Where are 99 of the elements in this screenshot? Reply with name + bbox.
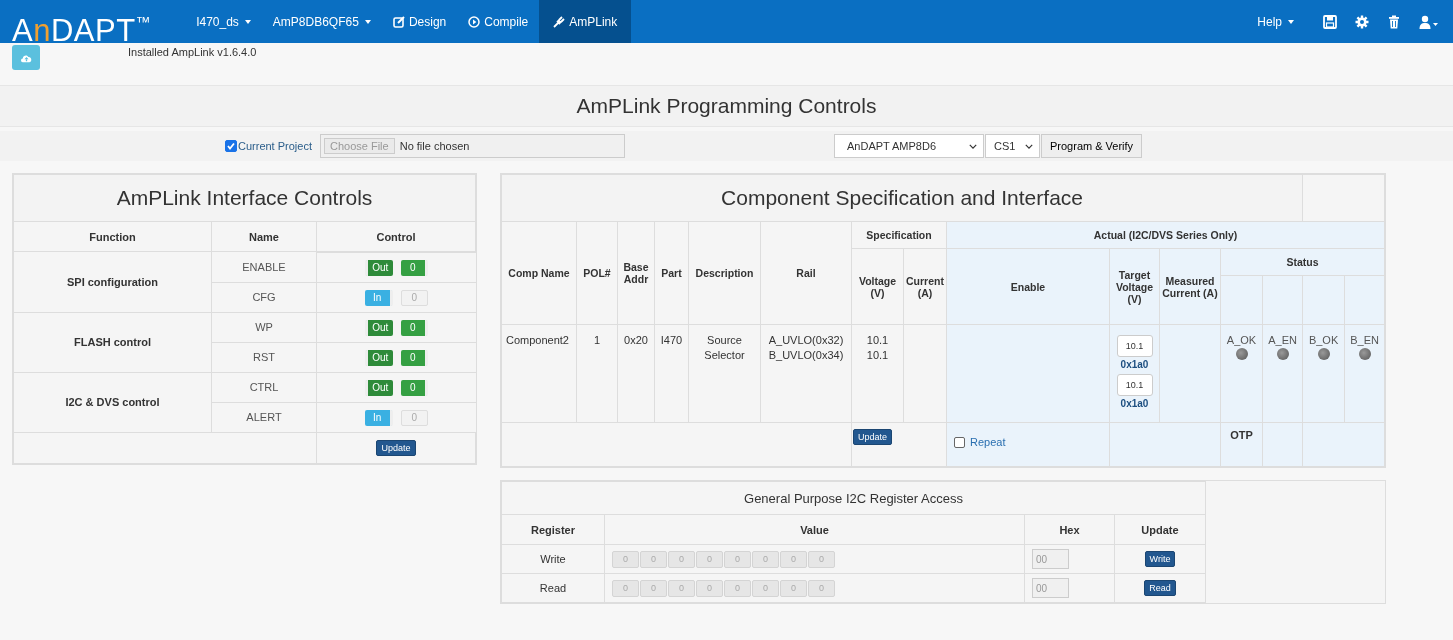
- status-label: A_OK: [1225, 333, 1258, 348]
- direction-toggle[interactable]: In: [364, 409, 393, 426]
- choose-file-button[interactable]: Choose File: [324, 138, 395, 154]
- hex-input[interactable]: 00: [1032, 549, 1069, 569]
- nav-item[interactable]: Design: [381, 0, 458, 43]
- table-cell: I470: [654, 324, 689, 423]
- value-toggle[interactable]: 0: [400, 319, 428, 336]
- file-input-field[interactable]: Choose File No file chosen: [320, 134, 625, 158]
- table-cell: 0x20: [617, 324, 655, 423]
- play-circle-icon: [468, 15, 481, 28]
- checkbox-label: Repeat: [970, 436, 1006, 448]
- column-header: Enable: [946, 248, 1110, 325]
- help-menu[interactable]: Help: [1246, 0, 1305, 43]
- direction-toggle[interactable]: Out: [364, 379, 393, 396]
- value-toggle[interactable]: 0: [400, 259, 428, 276]
- column-header: Function: [13, 221, 212, 252]
- function-cell: SPI configuration: [13, 251, 212, 312]
- register-label: Write: [501, 544, 605, 574]
- rail-text: A_UVLO(0x32): [767, 333, 845, 348]
- column-header: Name: [211, 221, 317, 252]
- column-header: Status: [1220, 248, 1385, 276]
- program-verify-button[interactable]: Program & Verify: [1041, 134, 1143, 158]
- user-icon[interactable]: [1419, 14, 1439, 29]
- file-status: No file chosen: [399, 140, 470, 152]
- trash-icon[interactable]: [1387, 14, 1401, 29]
- update-button[interactable]: Update: [853, 429, 893, 445]
- signal-name: ENABLE: [211, 251, 317, 282]
- direction-toggle[interactable]: In: [364, 289, 393, 306]
- group-header: Specification: [851, 221, 947, 249]
- direction-toggle[interactable]: Out: [364, 259, 393, 276]
- register-button[interactable]: Write: [1144, 551, 1176, 567]
- voltage-input[interactable]: 10.1: [1116, 374, 1153, 396]
- page-title: AmPLink Programming Controls: [576, 94, 877, 118]
- checkbox-label: Current Project: [238, 140, 312, 152]
- device-select[interactable]: AnDAPT AMP8D6: [834, 134, 984, 158]
- register-label: Read: [501, 573, 605, 603]
- value-toggle[interactable]: 0: [400, 289, 428, 306]
- chip-select[interactable]: CS1: [985, 134, 1040, 158]
- voltage-text: 10.1: [865, 348, 890, 363]
- hex-input[interactable]: 00: [1032, 578, 1069, 598]
- nav-item[interactable]: I470_ds: [185, 0, 262, 43]
- rail-text: B_UVLO(0x34): [767, 348, 845, 363]
- checkbox[interactable]: [954, 436, 965, 448]
- panel-title: Component Specification and Interface: [501, 174, 1303, 222]
- table-cell: Source Selector: [688, 324, 761, 423]
- signal-name: ALERT: [211, 402, 317, 433]
- column-header: Register: [501, 514, 605, 545]
- function-cell: FLASH control: [13, 312, 212, 372]
- hex-value: 0x1a0: [1120, 358, 1149, 372]
- table-cell: Component2: [501, 324, 577, 423]
- nav-item[interactable]: AmPLink: [539, 0, 632, 43]
- value-toggle[interactable]: 0: [400, 379, 428, 396]
- column-header: Current (A): [903, 248, 947, 325]
- chevron-down-icon: [1025, 143, 1033, 149]
- checkbox[interactable]: [225, 140, 237, 152]
- value-toggle[interactable]: 0: [400, 349, 428, 366]
- column-header: Base Addr: [617, 221, 655, 325]
- panel-title: AmPLink Interface Controls: [13, 174, 476, 222]
- group-header: Actual (I2C/DVS Series Only): [946, 221, 1385, 249]
- column-header: Target Voltage (V): [1109, 248, 1160, 325]
- status-label: A_EN: [1267, 333, 1298, 348]
- column-header: POL#: [576, 221, 618, 325]
- column-header: Hex: [1024, 514, 1115, 545]
- edit-icon: [392, 15, 405, 28]
- column-header: Update: [1114, 514, 1206, 545]
- voltage-text: 10.1: [865, 333, 890, 348]
- column-header: Description: [688, 221, 761, 325]
- plug-icon: [553, 15, 566, 28]
- register-button[interactable]: Read: [1144, 580, 1176, 596]
- column-header: Measured Current (A): [1159, 248, 1221, 325]
- signal-name: CFG: [211, 282, 317, 312]
- table-cell: 1: [576, 324, 618, 423]
- direction-toggle[interactable]: Out: [364, 319, 393, 336]
- otp-label: OTP: [1220, 422, 1263, 467]
- column-header: Voltage (V): [851, 248, 904, 325]
- update-button[interactable]: Update: [376, 440, 416, 456]
- status-label: B_EN: [1349, 333, 1380, 348]
- save-icon[interactable]: [1323, 14, 1337, 29]
- panel-title: General Purpose I2C Register Access: [501, 481, 1206, 515]
- chevron-down-icon: [969, 143, 977, 149]
- signal-name: CTRL: [211, 372, 317, 402]
- logo[interactable]: AnDAPT$^{™}$: [12, 0, 152, 43]
- column-header: Comp Name: [501, 221, 577, 325]
- value-toggle[interactable]: 0: [400, 409, 428, 426]
- nav-item[interactable]: AmP8DB6QF65: [261, 0, 382, 43]
- status-label: B_OK: [1307, 333, 1340, 348]
- column-header: Value: [604, 514, 1025, 545]
- signal-name: WP: [211, 312, 317, 342]
- direction-toggle[interactable]: Out: [364, 349, 393, 366]
- nav-item[interactable]: Compile: [457, 0, 540, 43]
- signal-name: RST: [211, 342, 317, 372]
- column-header: Rail: [760, 221, 852, 325]
- column-header: Part: [654, 221, 689, 325]
- settings-icon[interactable]: [1355, 14, 1369, 29]
- hex-value: 0x1a0: [1120, 397, 1149, 411]
- install-note: Installed AmpLink v1.6.4.0: [128, 46, 257, 58]
- voltage-input[interactable]: 10.1: [1116, 335, 1153, 357]
- column-header: Control: [316, 221, 476, 252]
- function-cell: I2C & DVS control: [13, 372, 212, 433]
